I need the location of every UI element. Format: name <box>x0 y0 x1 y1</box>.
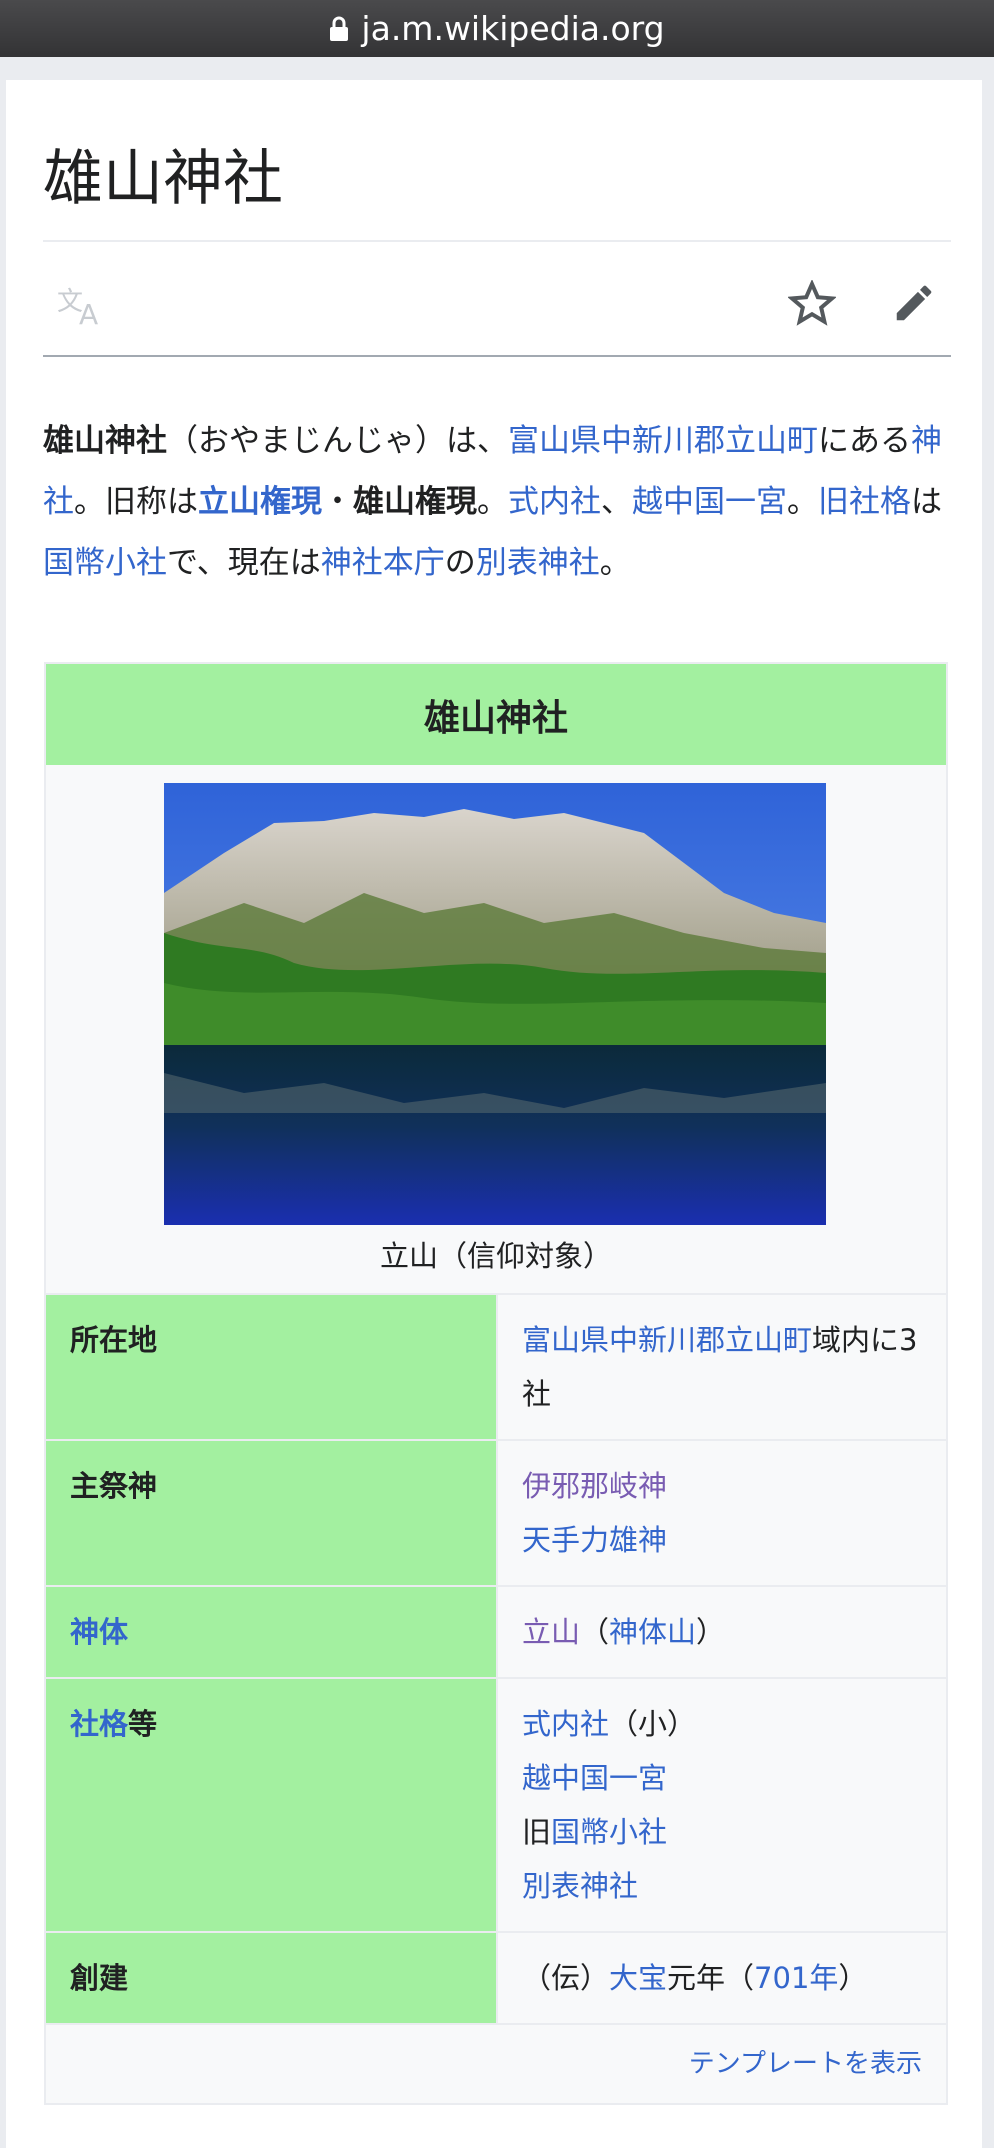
lead-link[interactable]: 旧社格 <box>818 484 911 520</box>
shintai-close: ） <box>696 1615 726 1649</box>
show-template-link[interactable]: テンプレートを表示 <box>689 2049 922 2079</box>
actions-divider <box>43 355 951 357</box>
page-actions-bar: 文 A <box>43 248 951 354</box>
row-rank-value: 式内社（小） 越中国一宮 旧国幣小社 別表神社 <box>496 1679 946 1931</box>
lead-text: （おやまじんじゃ）は、 <box>167 423 508 459</box>
link-toyama[interactable]: 富山県 <box>522 1323 609 1357</box>
founded-p3: ） <box>838 1961 868 1995</box>
lead-text: 。 <box>787 484 818 520</box>
lead-text: 。旧称は <box>74 484 198 520</box>
infobox-image-cell: 立山（信仰対象） <box>46 765 946 1295</box>
lead-text: 雄山権現 <box>353 484 477 520</box>
language-icon[interactable]: 文 A <box>57 286 107 326</box>
article-page: 雄山神社 文 A 雄山神社（おやまじんじゃ）は、富山県中新川郡立山町にある神社。… <box>6 80 982 2148</box>
lead-text: の <box>444 545 476 581</box>
infobox-header: 雄山神社 <box>46 664 946 765</box>
row-founded-value: （伝）大宝元年（701年） <box>496 1933 946 2023</box>
lead-link[interactable]: 立山権現 <box>198 484 322 520</box>
row-deity-label: 主祭神 <box>46 1441 496 1585</box>
lead-text: 。 <box>599 545 631 581</box>
lead-link[interactable]: 越中国一宮 <box>632 484 787 520</box>
infobox-footer: テンプレートを表示 <box>46 2025 946 2103</box>
lead-text: 、 <box>601 484 632 520</box>
lead-paragraph: 雄山神社（おやまじんじゃ）は、富山県中新川郡立山町にある神社。旧称は立山権現・雄… <box>43 411 958 594</box>
link-shintaisan[interactable]: 神体山 <box>609 1615 696 1649</box>
lead-text: は <box>911 484 942 520</box>
link-ichinomiya[interactable]: 越中国一宮 <box>522 1761 667 1795</box>
row-location-label: 所在地 <box>46 1295 496 1439</box>
link-taiho[interactable]: 大宝 <box>609 1961 667 1995</box>
link-701[interactable]: 701年 <box>754 1961 838 1995</box>
pencil-icon[interactable] <box>891 280 937 326</box>
link-tateyama[interactable]: 立山 <box>522 1615 580 1649</box>
row-location: 所在地 富山県中新川郡立山町域内に3社 <box>46 1295 946 1441</box>
lead-link[interactable]: 富山県 <box>508 423 601 459</box>
infobox: 雄山神社 立山（信仰対象） 所在地 富山県中新川郡立山町域内に3社 主祭神 伊邪… <box>44 662 948 2105</box>
row-location-value: 富山県中新川郡立山町域内に3社 <box>496 1295 946 1439</box>
row-deity: 主祭神 伊邪那岐神 天手力雄神 <box>46 1441 946 1587</box>
lead-link[interactable]: 国幣小社 <box>43 545 167 581</box>
row-shintai: 神体 立山（神体山） <box>46 1587 946 1679</box>
lead-link[interactable]: 立山町 <box>725 423 818 459</box>
lead-text: にある <box>818 423 911 459</box>
link-tateyama-town[interactable]: 立山町 <box>725 1323 812 1357</box>
rank-r1-suffix: （小） <box>609 1707 697 1741</box>
browser-address-bar[interactable]: ja.m.wikipedia.org <box>0 0 994 57</box>
link-tajikarao[interactable]: 天手力雄神 <box>522 1523 667 1557</box>
row-shintai-value: 立山（神体山） <box>496 1587 946 1677</box>
founded-p1: （伝） <box>522 1961 610 1995</box>
title-divider <box>43 240 951 242</box>
rank-r3-prefix: 旧 <box>522 1815 552 1849</box>
mountain-lake-photo[interactable] <box>164 783 826 1225</box>
lead-text: 。 <box>477 484 508 520</box>
page-title: 雄山神社 <box>43 144 283 214</box>
lead-link[interactable]: 神社本庁 <box>321 545 445 581</box>
lead-link[interactable]: 中新川郡 <box>601 423 725 459</box>
lead-text: で、現在は <box>167 545 321 581</box>
rank-label-suffix: 等 <box>128 1707 158 1741</box>
row-rank: 社格等 式内社（小） 越中国一宮 旧国幣小社 別表神社 <box>46 1679 946 1933</box>
image-caption: 立山（信仰対象） <box>379 1239 612 1273</box>
lock-icon <box>330 16 349 41</box>
lead-text: 雄山神社 <box>43 423 167 459</box>
row-shintai-label: 神体 <box>46 1587 496 1677</box>
row-founded-label: 創建 <box>46 1933 496 2023</box>
row-founded: 創建 （伝）大宝元年（701年） <box>46 1933 946 2025</box>
link-kokuhei[interactable]: 国幣小社 <box>551 1815 667 1849</box>
row-deity-value: 伊邪那岐神 天手力雄神 <box>496 1441 946 1585</box>
star-icon[interactable] <box>788 280 836 326</box>
link-shakaku[interactable]: 社格 <box>70 1707 128 1741</box>
link-izanagi[interactable]: 伊邪那岐神 <box>522 1469 667 1503</box>
lead-link[interactable]: 別表神社 <box>476 545 600 581</box>
row-rank-label: 社格等 <box>46 1679 496 1931</box>
url-text: ja.m.wikipedia.org <box>361 9 665 48</box>
link-shintai[interactable]: 神体 <box>70 1615 128 1649</box>
lead-link[interactable]: 式内社 <box>508 484 601 520</box>
shintai-open: （ <box>580 1615 610 1649</box>
link-shikinaisha[interactable]: 式内社 <box>522 1707 609 1741</box>
link-nakaniikawa[interactable]: 中新川郡 <box>609 1323 725 1357</box>
link-beppyo[interactable]: 別表神社 <box>522 1869 638 1903</box>
svg-text:A: A <box>79 298 98 326</box>
lead-text: ・ <box>322 484 353 520</box>
founded-p2: 元年（ <box>667 1961 755 1995</box>
